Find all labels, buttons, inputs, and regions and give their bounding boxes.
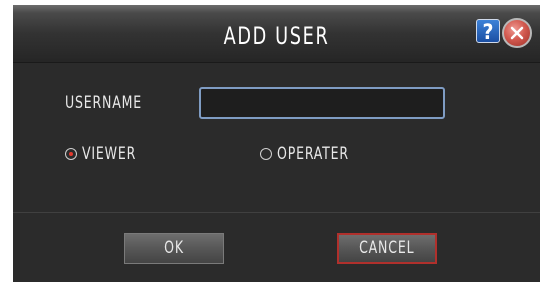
username-label: USERNAME: [65, 93, 143, 113]
close-icon[interactable]: [502, 18, 532, 48]
cancel-button-label: CANCEL: [359, 238, 415, 258]
add-user-dialog: ADD USER ? USERNAME VIEWER OPERATER OK C…: [13, 5, 540, 282]
close-x-glyph: [510, 26, 524, 40]
radio-operater-label[interactable]: OPERATER: [277, 144, 349, 164]
radio-viewer-label[interactable]: VIEWER: [82, 144, 136, 164]
help-icon[interactable]: ?: [476, 19, 500, 44]
ok-button[interactable]: OK: [124, 233, 224, 264]
cancel-button[interactable]: CANCEL: [337, 233, 437, 264]
username-input[interactable]: [199, 87, 445, 119]
ok-button-label: OK: [164, 238, 184, 258]
radio-viewer[interactable]: [65, 148, 77, 160]
radio-selected-dot: [69, 152, 73, 156]
dialog-divider: [13, 212, 540, 213]
radio-operater[interactable]: [260, 148, 272, 160]
dialog-titlebar: ADD USER ?: [13, 5, 540, 63]
dialog-title: ADD USER: [223, 22, 330, 50]
